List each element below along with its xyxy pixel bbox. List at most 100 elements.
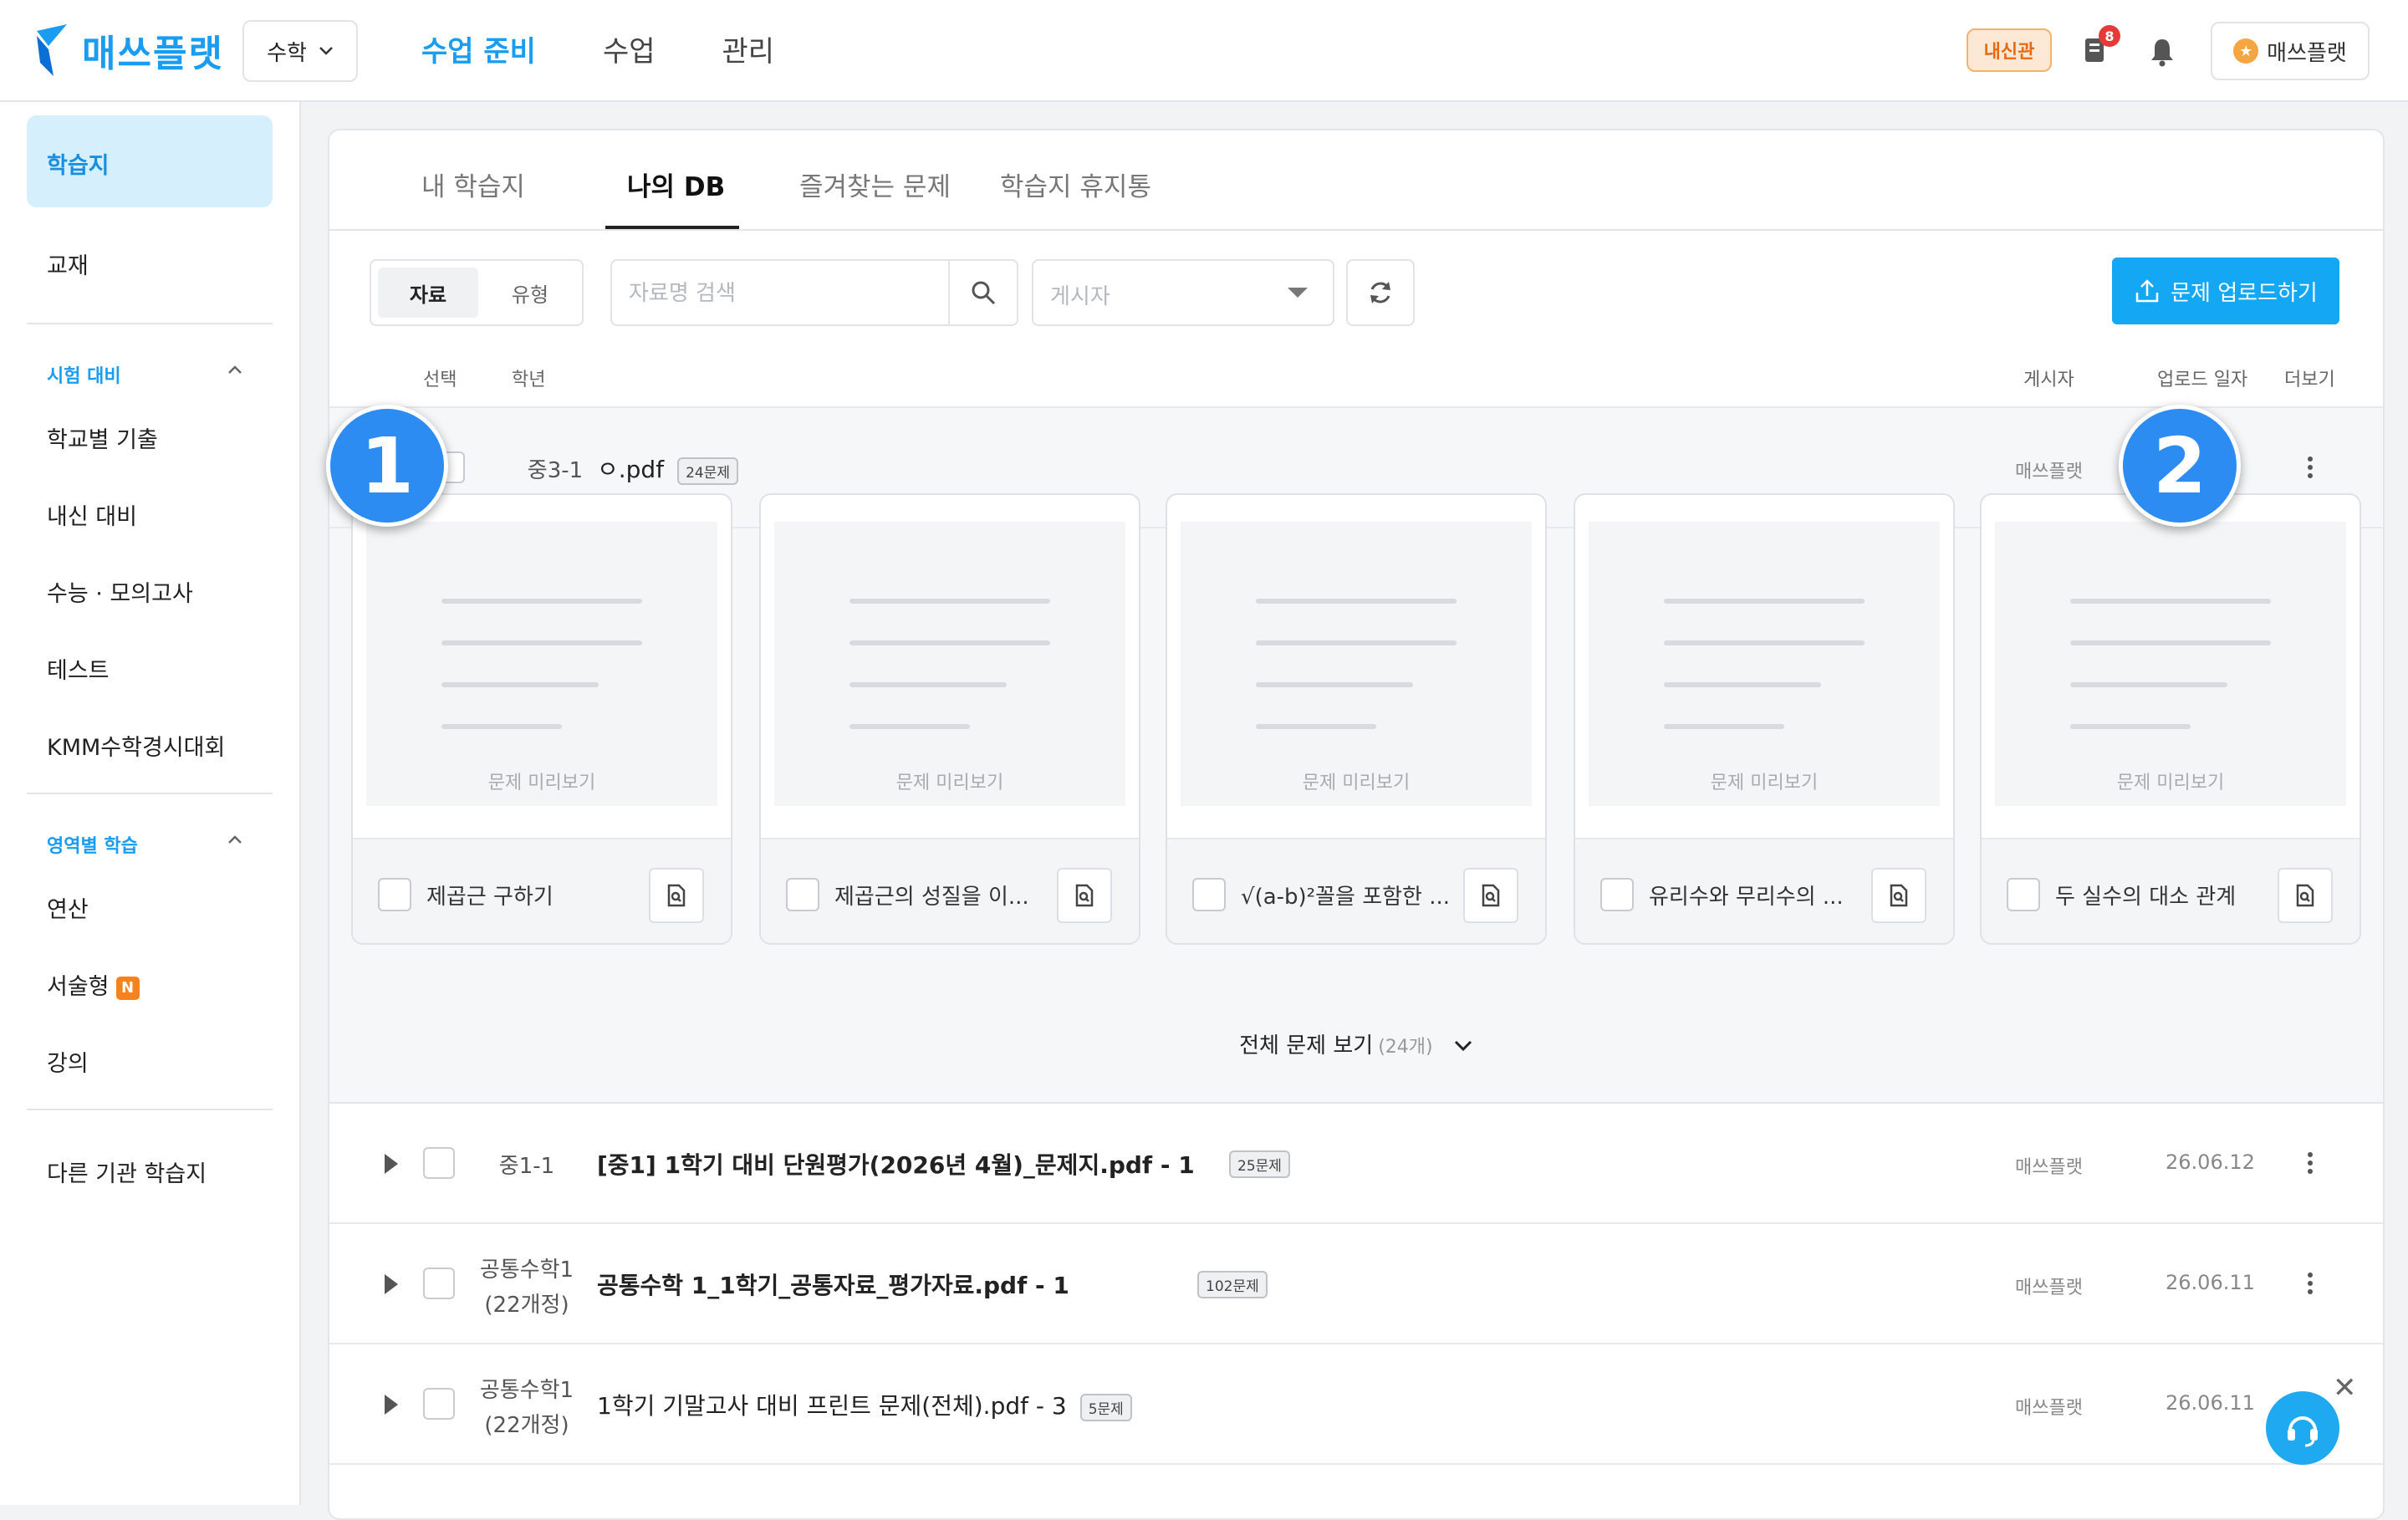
problem-card[interactable]: 문제 미리보기 제곱근 구하기 (351, 493, 732, 945)
tab-trash[interactable]: 학습지 휴지통 (1000, 166, 1151, 203)
row-date: 26.06.12 (2166, 1150, 2255, 1174)
doc-search-icon (2296, 884, 2314, 907)
toggle-type[interactable]: 유형 (485, 268, 575, 318)
doc-search-icon (1890, 884, 1908, 907)
card-checkbox[interactable] (786, 878, 819, 911)
col-select: 선택 (423, 370, 457, 390)
card-title: 제곱근의 성질을 이... (834, 885, 1029, 910)
preview-label: 문제 미리보기 (487, 773, 596, 793)
support-chat-button[interactable] (2266, 1391, 2339, 1465)
preview-button[interactable] (1871, 868, 1926, 923)
problem-card[interactable]: 문제 미리보기 유리수와 무리수의 ... (1574, 493, 1955, 945)
sidebar-item-test[interactable]: 테스트 (47, 652, 110, 685)
caret-down-icon (1288, 288, 1308, 298)
card-title: √(a-b)²꼴을 포함한 ... (1241, 885, 1451, 910)
sidebar-item-other-org[interactable]: 다른 기관 학습지 (47, 1155, 207, 1188)
preview-button[interactable] (2278, 868, 2333, 923)
preview-label: 문제 미리보기 (1302, 773, 1411, 793)
row-file-name[interactable]: [중1] 1학기 대비 단원평가(2026년 4월)_문제지.pdf - 1 (597, 1147, 1195, 1181)
doc-search-icon (1482, 884, 1500, 907)
preview-button[interactable] (1057, 868, 1112, 923)
expand-icon[interactable] (385, 1395, 398, 1415)
table-row[interactable]: 중1-1 [중1] 1학기 대비 단원평가(2026년 4월)_문제지.pdf … (329, 1104, 2383, 1224)
poster-select-placeholder: 게시자 (1050, 284, 1110, 309)
chevron-up-icon[interactable] (227, 834, 242, 844)
card-checkbox[interactable] (1600, 878, 1634, 911)
top-bar: 매쓰플랫 수학 수업 준비 수업 관리 내신관 8 ★ 매쓰플랫 (0, 0, 2408, 102)
divider (27, 323, 273, 324)
row-file-name[interactable]: ㅇ.pdf 24문제 (597, 451, 738, 485)
subject-select[interactable]: 수학 (242, 20, 358, 82)
toggle-material[interactable]: 자료 (378, 268, 478, 318)
row-poster: 매쓰플랫 (2015, 1398, 2083, 1419)
chevron-down-icon (1454, 1040, 1472, 1052)
question-count-badge: 25문제 (1229, 1150, 1290, 1178)
tab-my-worksheet[interactable]: 내 학습지 (421, 166, 525, 203)
bell-button[interactable] (2142, 32, 2182, 72)
expanded-row: 중3-1 ㅇ.pdf 24문제 매쓰플랫 문제 미리보기 제곱근 구하기 문제 미… (329, 408, 2383, 1104)
sidebar-section-area[interactable]: 영역별 학습 (47, 831, 138, 858)
sidebar-item-essay[interactable]: 서술형 N (47, 968, 140, 1001)
close-icon[interactable]: ✕ (2333, 1371, 2357, 1405)
view-all-button[interactable]: 전체 문제 보기 (24개) (329, 1028, 2383, 1059)
profile-button[interactable]: ★ 매쓰플랫 (2211, 22, 2370, 80)
nav-manage[interactable]: 관리 (722, 28, 775, 69)
table-row[interactable]: 공통수학1 (22개정) 공통수학 1_1학기_공통자료_평가자료.pdf - … (329, 1224, 2383, 1344)
row-poster: 매쓰플랫 (2015, 462, 2083, 482)
preview-button[interactable] (649, 868, 704, 923)
sidebar-item-label: 학습지 (47, 153, 110, 179)
nav-class-prep[interactable]: 수업 준비 (421, 28, 536, 69)
logo[interactable]: 매쓰플랫 (37, 23, 224, 77)
sidebar-item-school-exam[interactable]: 학교별 기출 (47, 421, 158, 454)
document-notification-button[interactable]: 8 (2075, 25, 2120, 70)
refresh-button[interactable] (1346, 259, 1415, 326)
row-poster: 매쓰플랫 (2015, 1157, 2083, 1178)
search-box (610, 259, 1018, 326)
row-file-name[interactable]: 공통수학 1_1학기_공통자료_평가자료.pdf - 1 (597, 1268, 1069, 1301)
more-icon[interactable] (2308, 457, 2314, 482)
upload-icon (2135, 279, 2159, 303)
tab-favorites[interactable]: 즐겨찾는 문제 (799, 166, 951, 203)
card-checkbox[interactable] (378, 878, 411, 911)
sidebar-item-worksheet[interactable]: 학습지 (27, 115, 273, 207)
problem-card[interactable]: 문제 미리보기 두 실수의 대소 관계 (1980, 493, 2361, 945)
upload-problem-button[interactable]: 문제 업로드하기 (2112, 258, 2339, 324)
more-icon[interactable] (2308, 1273, 2314, 1298)
chevron-up-icon[interactable] (227, 365, 242, 375)
problem-preview: 문제 미리보기 (1995, 522, 2346, 806)
refresh-icon (1370, 282, 1390, 303)
sidebar-item-textbook[interactable]: 교재 (47, 247, 89, 280)
row-checkbox[interactable] (423, 1268, 455, 1299)
problem-card[interactable]: 문제 미리보기 √(a-b)²꼴을 포함한 ... (1166, 493, 1547, 945)
expand-icon[interactable] (385, 1274, 398, 1294)
preview-label: 문제 미리보기 (1710, 773, 1819, 793)
logo-text: 매쓰플랫 (82, 33, 224, 75)
sidebar-item-calc[interactable]: 연산 (47, 891, 89, 924)
row-checkbox[interactable] (423, 1147, 455, 1179)
sidebar-item-kmm[interactable]: KMM수학경시대회 (47, 729, 225, 762)
search-button[interactable] (948, 261, 1017, 324)
problem-card[interactable]: 문제 미리보기 제곱근의 성질을 이... (759, 493, 1140, 945)
nav-class[interactable]: 수업 (603, 28, 656, 69)
table-row[interactable]: 공통수학1 (22개정) 1학기 기말고사 대비 프린트 문제(전체).pdf … (329, 1344, 2383, 1465)
sidebar-item-lecture[interactable]: 강의 (47, 1045, 89, 1078)
expand-icon[interactable] (385, 1154, 398, 1174)
tab-my-db[interactable]: 나의 DB (627, 166, 725, 203)
card-checkbox[interactable] (2007, 878, 2040, 911)
main-nav: 수업 준비 수업 관리 (421, 28, 774, 69)
search-icon (972, 281, 996, 305)
card-checkbox[interactable] (1192, 878, 1226, 911)
naesin-badge[interactable]: 내신관 (1967, 28, 2052, 72)
row-file-name[interactable]: 1학기 기말고사 대비 프린트 문제(전체).pdf - 3 5문제 (597, 1388, 1132, 1421)
row-checkbox[interactable] (423, 1388, 455, 1420)
preview-button[interactable] (1463, 868, 1518, 923)
search-input[interactable] (627, 274, 948, 313)
row-grade: 중3-1 (527, 458, 584, 483)
subject-value: 수학 (267, 40, 307, 66)
more-icon[interactable] (2308, 1152, 2314, 1177)
poster-select[interactable]: 게시자 (1032, 259, 1334, 326)
sidebar-section-exam[interactable]: 시험 대비 (47, 361, 121, 388)
sidebar-item-naesin[interactable]: 내신 대비 (47, 498, 137, 531)
sidebar-item-suneung[interactable]: 수능 · 모의고사 (47, 575, 193, 608)
problem-preview: 문제 미리보기 (1181, 522, 1532, 806)
